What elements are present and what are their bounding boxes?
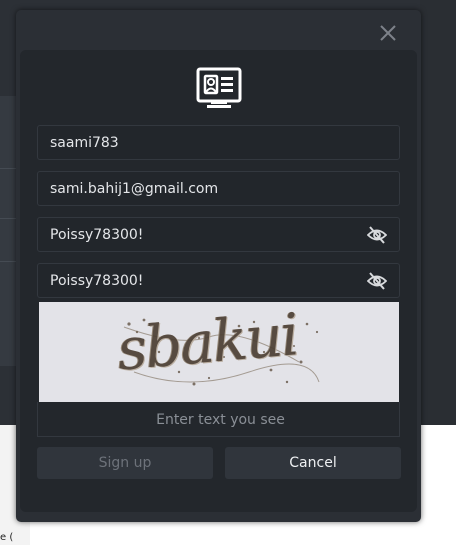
email-field[interactable] xyxy=(37,171,400,206)
sign-up-button[interactable]: Sign up xyxy=(37,447,213,479)
username-input[interactable] xyxy=(38,126,399,159)
confirm-password-field[interactable] xyxy=(37,263,400,298)
signup-modal: sbakui Sign up Cancel xyxy=(16,10,421,522)
eye-off-icon[interactable] xyxy=(367,272,387,290)
background-right-strip xyxy=(420,0,456,425)
email-input[interactable] xyxy=(38,172,399,205)
signup-form-panel: sbakui Sign up Cancel xyxy=(20,50,417,512)
captcha-answer-field[interactable] xyxy=(37,402,403,438)
close-icon xyxy=(380,25,396,41)
close-button[interactable] xyxy=(377,22,399,44)
captcha-answer-input[interactable] xyxy=(38,402,403,438)
background-partial-text: e ( xyxy=(0,532,14,543)
password-field[interactable] xyxy=(37,217,400,252)
confirm-password-input[interactable] xyxy=(38,264,399,297)
cancel-button[interactable]: Cancel xyxy=(225,447,401,479)
eye-off-icon[interactable] xyxy=(367,226,387,244)
password-input[interactable] xyxy=(38,218,399,251)
captcha-image: sbakui xyxy=(39,302,399,402)
username-field[interactable] xyxy=(37,125,400,160)
id-card-monitor-icon xyxy=(196,67,242,108)
